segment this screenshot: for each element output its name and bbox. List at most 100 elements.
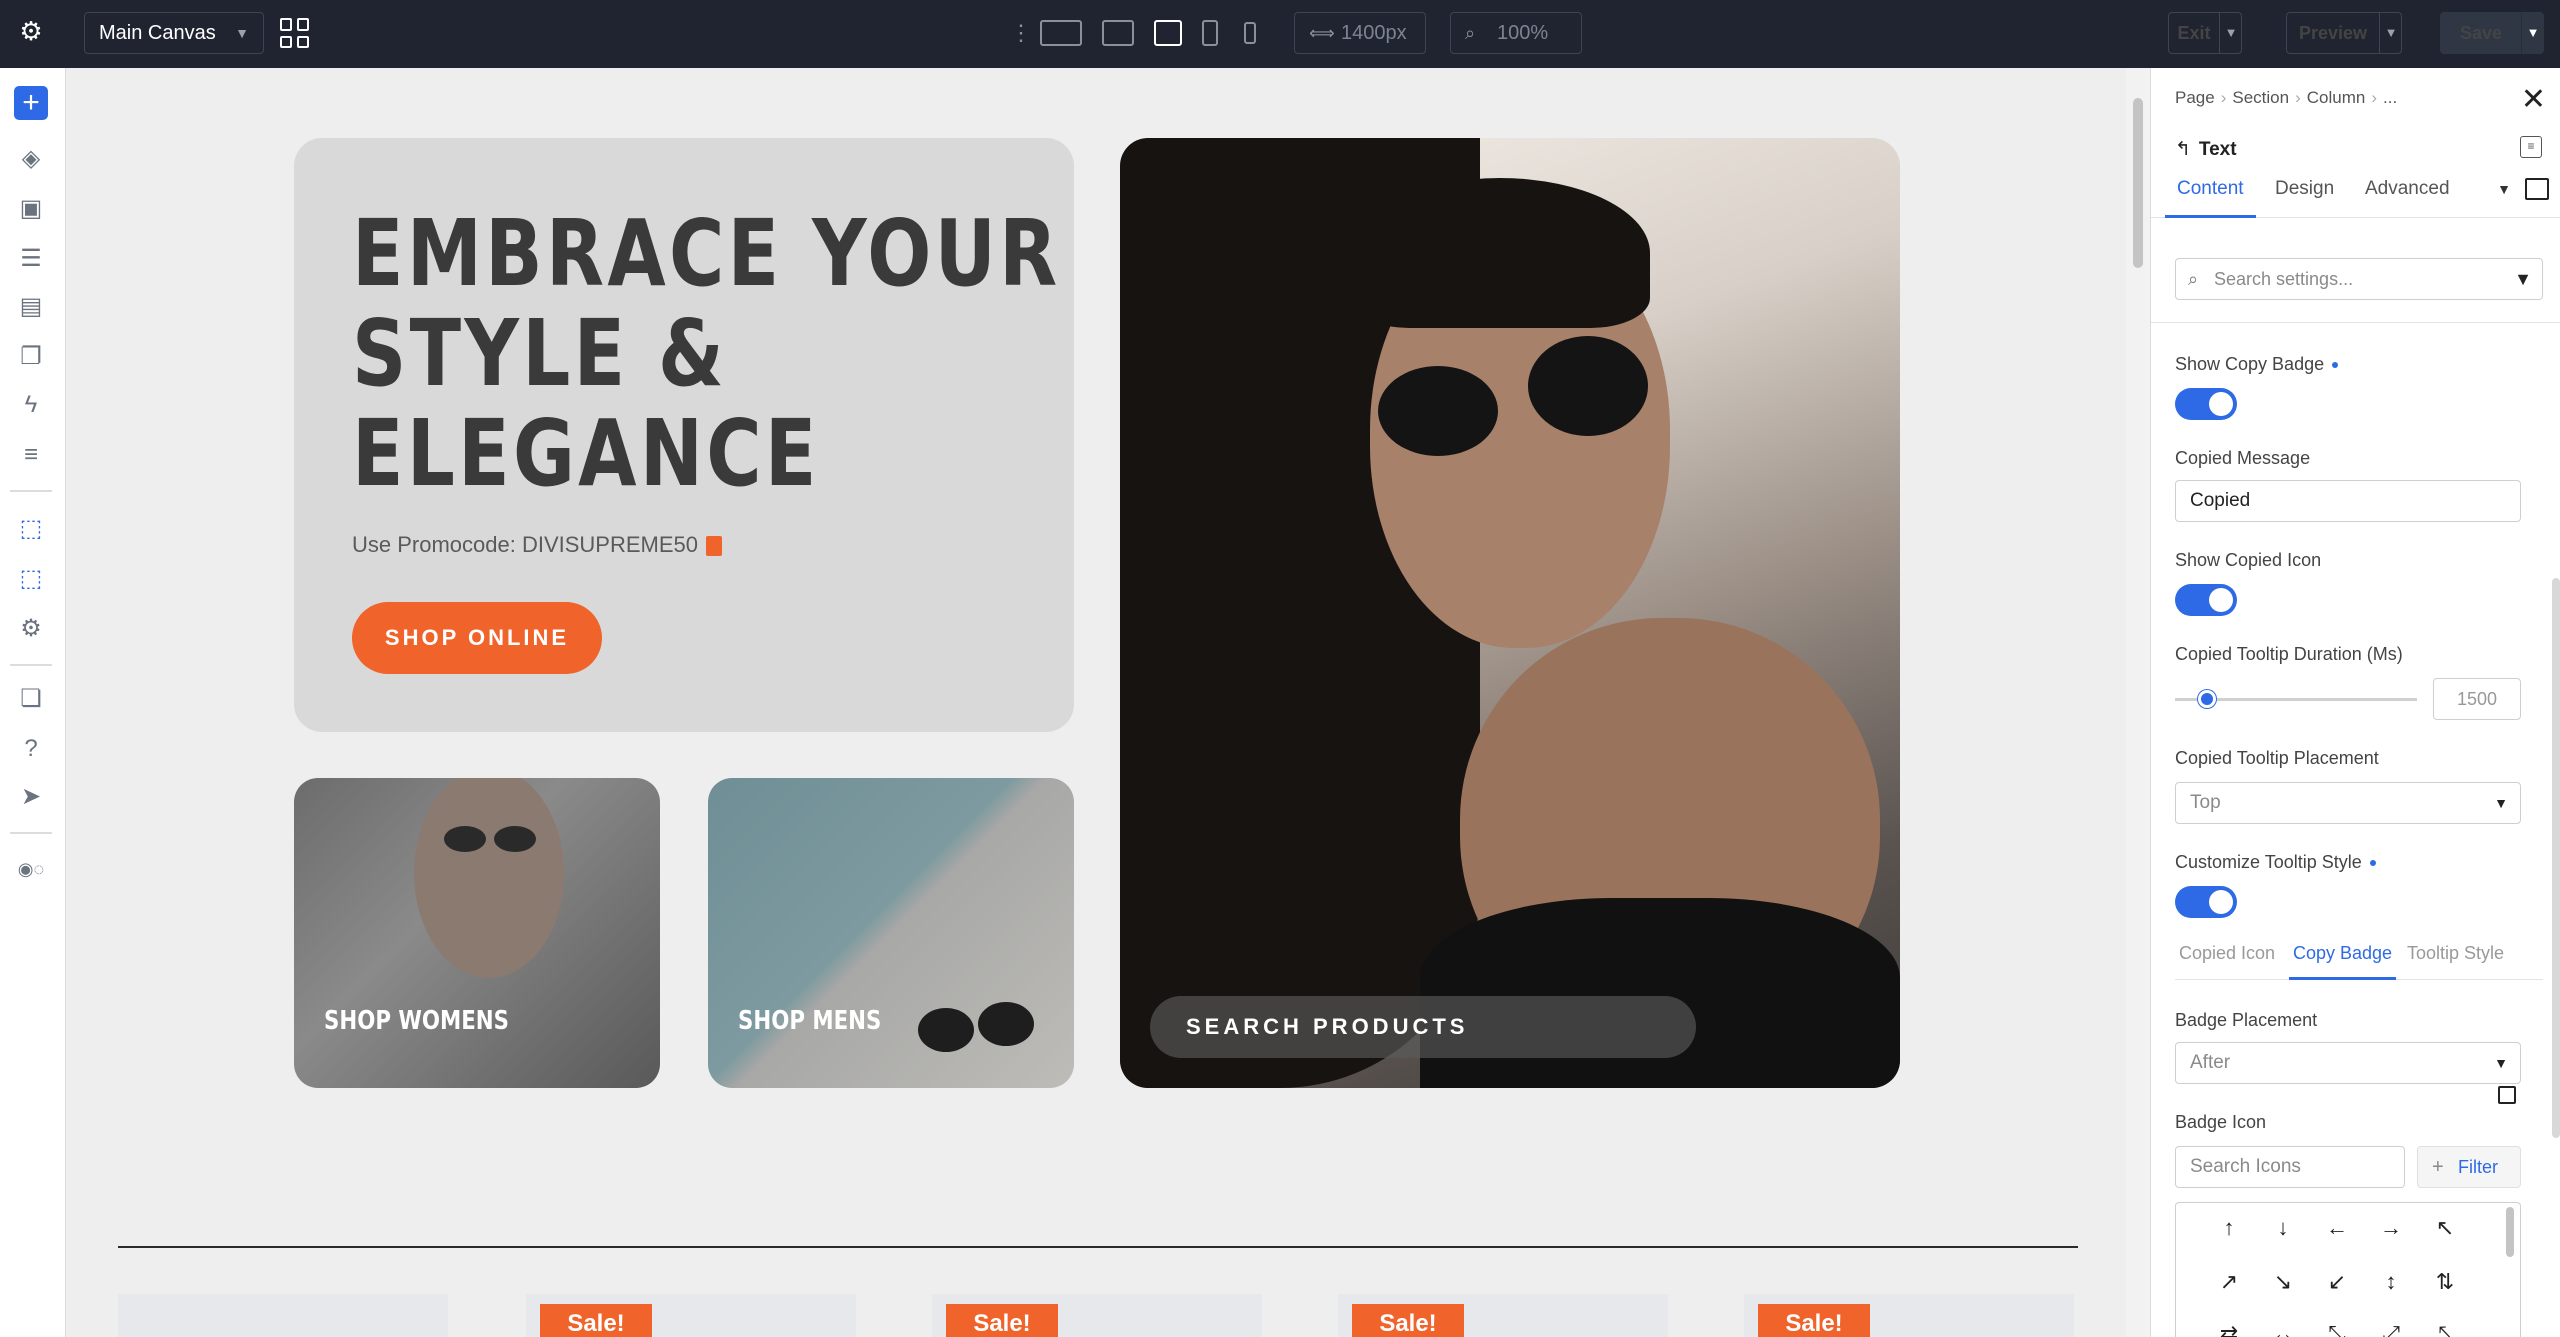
tooltip-duration-input[interactable]: 1500 [2433,678,2521,720]
arrow-right-icon[interactable]: → [2376,1213,2406,1243]
desktop-view-icon[interactable] [1102,20,1134,46]
aviator-sunglasses-image [918,1008,974,1052]
exit-options-icon[interactable]: ▼ [2220,13,2242,53]
hero-title-line: EMBRACE YOUR [352,200,1061,307]
layout-square-icon[interactable] [2525,178,2549,200]
tooltip-duration-slider-handle[interactable] [2198,690,2216,708]
save-button[interactable]: Save ▼ [2440,12,2544,54]
database-icon[interactable]: ☰ [14,242,48,276]
arrows-swap-vertical-icon[interactable]: ⇅ [2430,1267,2460,1297]
tab-design[interactable]: Design [2275,174,2334,218]
search-icons-input[interactable]: Search Icons [2175,1146,2405,1188]
preview-button[interactable]: Preview ▼ [2286,12,2402,54]
library-icon[interactable]: ▣ [14,192,48,226]
forms-icon[interactable]: ▤ [14,290,48,324]
tab-content[interactable]: Content [2165,174,2256,218]
customize-tooltip-text: Customize Tooltip Style [2175,852,2362,872]
icon-picker-grid: ↑ ↓ ← → ↖ ↗ ↘ ↙ ↕ ⇅ ⇄ ↔ ⤡ ⤢ ⤣ [2175,1202,2521,1337]
arrow-left-icon[interactable]: ← [2322,1213,2352,1243]
interactions-icon[interactable]: ϟ [14,388,48,422]
badge-placement-select[interactable]: After ▼ [2175,1042,2521,1084]
sunglasses-right-lens [1528,336,1648,436]
filter-icon[interactable]: ▼ [2514,259,2532,299]
chevron-down-icon[interactable]: ▼ [2497,174,2511,204]
add-element-icon[interactable]: + [14,86,48,120]
arrow-up-icon[interactable]: ↑ [2214,1213,2244,1243]
preview-options-icon[interactable]: ▼ [2380,13,2402,53]
canvas-select[interactable]: Main Canvas ▼ [84,12,264,54]
phone-view-icon[interactable] [1244,22,1256,44]
arrow-diagonal-icon[interactable]: ⤡ [2322,1319,2352,1337]
layout-grid-icon[interactable] [280,18,310,48]
arrow-left-right-icon[interactable]: ↔ [2268,1319,2298,1337]
tablet-landscape-view-icon[interactable] [1154,20,1182,46]
panel-options-icon[interactable]: ≡ [2520,136,2542,158]
shop-mens-tile[interactable]: SHOP MENS [708,778,1074,1088]
subtab-tooltip-style[interactable]: Tooltip Style [2407,938,2504,980]
arrow-up-down-icon[interactable]: ↕ [2376,1267,2406,1297]
canvas-width-field[interactable]: ⟺ 1400px [1294,12,1426,54]
show-copied-icon-label: Show Copied Icon [2175,550,2322,570]
arrow-diagonal-icon[interactable]: ⤢ [2376,1319,2406,1337]
theme-toggle-icon[interactable]: ◉◌ [14,852,48,886]
section-divider [118,1246,2078,1248]
show-copied-icon-toggle[interactable] [2175,584,2237,616]
help-icon[interactable]: ? [14,732,48,766]
canvas-width-value: 1400px [1341,22,1407,44]
arrow-down-right-icon[interactable]: ↘ [2268,1267,2298,1297]
panel-tabs: Content Design Advanced ▼ [2151,174,2560,218]
breadcrumb-more[interactable]: ... [2383,88,2397,107]
layers-icon[interactable]: ◈ [14,142,48,176]
back-arrow-icon[interactable]: ↰ [2175,139,2191,160]
breadcrumb-section[interactable]: Section [2232,88,2289,107]
tab-advanced[interactable]: Advanced [2365,174,2450,218]
product-card[interactable] [118,1294,448,1337]
page-settings-icon[interactable]: ⚙ [14,612,48,646]
shop-womens-tile[interactable]: SHOP WOMENS [294,778,660,1088]
arrow-down-left-icon[interactable]: ↙ [2322,1267,2352,1297]
multi-select-icon[interactable]: ⬚ [14,562,48,596]
arrow-diagonal-icon[interactable]: ⤣ [2430,1319,2460,1337]
more-vertical-icon[interactable]: ⋮ [1010,18,1032,48]
panel-scrollbar[interactable] [2552,578,2560,1138]
shop-online-button[interactable]: SHOP ONLINE [352,602,602,674]
tooltip-placement-select[interactable]: Top ▼ [2175,782,2521,824]
customize-tooltip-toggle[interactable] [2175,886,2237,918]
breadcrumb-page[interactable]: Page [2175,88,2215,107]
show-copy-badge-toggle[interactable] [2175,388,2237,420]
subtab-copied-icon[interactable]: Copied Icon [2179,938,2275,980]
close-icon[interactable]: ✕ [2521,82,2546,117]
filter-label: Filter [2458,1157,2498,1177]
gear-icon[interactable]: ⚙ [18,18,44,44]
sale-badge: Sale! [946,1304,1058,1337]
pages-icon[interactable]: ❐ [14,340,48,374]
select-tool-icon[interactable]: ⬚ [14,512,48,546]
canvas-scrollbar-thumb[interactable] [2133,98,2143,268]
search-products-button[interactable]: SEARCH PRODUCTS [1150,996,1696,1058]
save-label: Save [2459,23,2503,43]
icon-grid-scrollbar[interactable] [2506,1207,2514,1257]
copy-icon[interactable] [706,536,723,557]
subtab-copy-badge[interactable]: Copy Badge [2289,938,2397,980]
history-icon[interactable]: ❏ [14,682,48,716]
search-settings-input[interactable]: ⌕ Search settings... ▼ [2175,258,2543,300]
zoom-value: 100% [1497,22,1549,44]
copied-message-input[interactable]: Copied [2175,480,2521,522]
module-title-label: Text [2198,139,2237,160]
exit-button[interactable]: Exit ▼ [2168,12,2242,54]
filter-button[interactable]: + Filter [2417,1146,2521,1188]
tablet-view-icon[interactable] [1202,20,1218,46]
settings-list-icon[interactable]: ≡ [14,438,48,472]
breadcrumb-column[interactable]: Column [2307,88,2366,107]
desktop-wide-view-icon[interactable] [1040,20,1082,46]
zoom-field[interactable]: ⌕ 100% [1450,12,1582,54]
responsive-icon[interactable] [2498,1086,2516,1104]
arrow-down-icon[interactable]: ↓ [2268,1213,2298,1243]
arrow-up-left-icon[interactable]: ↖ [2430,1213,2460,1243]
cursor-mode-icon[interactable]: ➤ [14,780,48,814]
arrows-swap-horizontal-icon[interactable]: ⇄ [2214,1319,2244,1337]
chevron-down-icon: ▼ [2494,1055,2508,1071]
save-options-icon[interactable]: ▼ [2522,13,2544,53]
arrow-up-right-icon[interactable]: ↗ [2214,1267,2244,1297]
divider [2151,322,2560,323]
